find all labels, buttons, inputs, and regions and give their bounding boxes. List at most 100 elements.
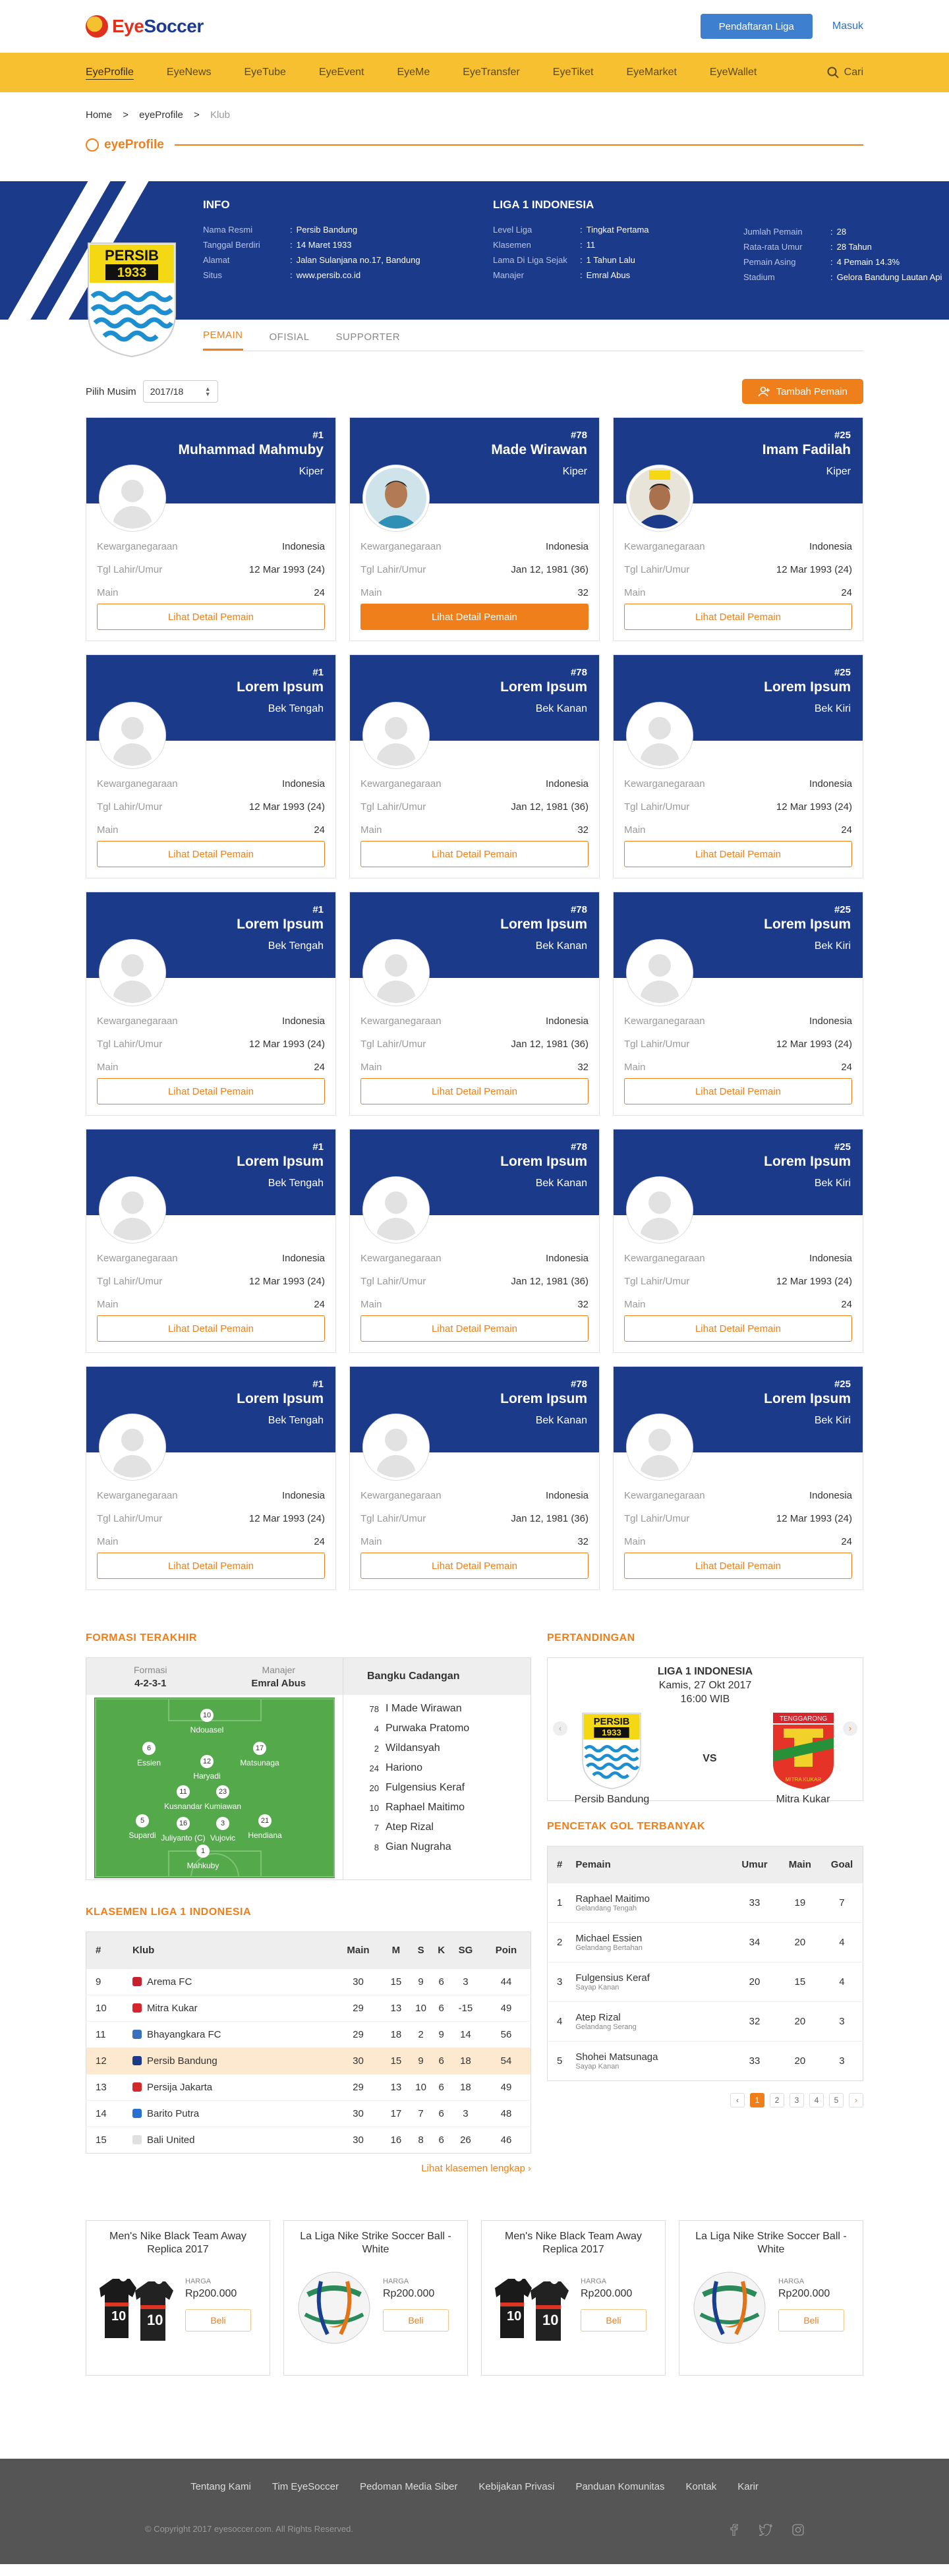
bench-player[interactable]: 24 Hariono xyxy=(367,1758,531,1778)
nav-search[interactable]: Cari xyxy=(827,67,863,78)
footer-link[interactable]: Panduan Komunitas xyxy=(575,2481,664,2492)
bench-player[interactable]: 2 Wildansyah xyxy=(367,1738,531,1758)
nav-item-eyetransfer[interactable]: EyeTransfer xyxy=(463,67,520,78)
page-button[interactable]: 5 xyxy=(829,2093,844,2107)
standings-row[interactable]: 10 Mitra Kukar 29 13 10 6 -15 49 xyxy=(86,1995,531,2022)
footer-link[interactable]: Karir xyxy=(737,2481,759,2492)
buy-button[interactable]: Beli xyxy=(778,2309,844,2332)
club-name: Bhayangkara FC xyxy=(146,2029,221,2040)
page-prev-button[interactable]: ‹ xyxy=(730,2093,745,2107)
away-team[interactable]: TENGGARONG MITRA KUKAR Mitra Kukar xyxy=(770,1711,836,1806)
bench-player[interactable]: 8 Gian Nugraha xyxy=(367,1837,531,1857)
footer-link[interactable]: Tim EyeSoccer xyxy=(272,2481,339,2492)
scorer-row[interactable]: 2 Michael Essien Gelandang Bertahan 34 20 4 xyxy=(547,1922,863,1962)
standings-row[interactable]: 11 Bhayangkara FC 29 18 2 9 14 56 xyxy=(86,2021,531,2048)
nav-item-eyemarket[interactable]: EyeMarket xyxy=(626,67,676,78)
pitch-player[interactable]: 3 Vujovic xyxy=(210,1817,235,1843)
section-title: eyeProfile xyxy=(86,138,863,152)
scorer-row[interactable]: 5 Shohei Matsunaga Sayap Kanan 33 20 3 xyxy=(547,2041,863,2081)
scorer-position: Sayap Kanan xyxy=(575,2063,619,2071)
tab-ofisial[interactable]: OFISIAL xyxy=(270,331,310,351)
login-link[interactable]: Masuk xyxy=(832,20,863,32)
next-match-icon[interactable]: › xyxy=(843,1721,857,1736)
pitch-player[interactable]: 10 Ndouasel xyxy=(190,1709,223,1734)
view-player-detail-button[interactable]: Lihat Detail Pemain xyxy=(360,1315,589,1342)
scorer-row[interactable]: 4 Atep Rizal Gelandang Serang 32 20 3 xyxy=(547,2001,863,2042)
breadcrumb-eyeprofile[interactable]: eyeProfile xyxy=(139,109,183,121)
home-team[interactable]: PERSIB 1933 Persib Bandung xyxy=(574,1711,649,1806)
player-matches-played-value: 32 xyxy=(577,587,589,598)
nav-item-eyeevent[interactable]: EyeEvent xyxy=(319,67,364,78)
prev-match-icon[interactable]: ‹ xyxy=(553,1721,567,1736)
scorer-row[interactable]: 1 Raphael Maitimo Gelandang Tengah 33 19 7 xyxy=(547,1883,863,1923)
view-player-detail-button[interactable]: Lihat Detail Pemain xyxy=(360,841,589,867)
view-player-detail-button[interactable]: Lihat Detail Pemain xyxy=(624,1078,852,1104)
view-player-detail-button[interactable]: Lihat Detail Pemain xyxy=(360,1078,589,1104)
full-standings-link[interactable]: Lihat klasemen lengkap › xyxy=(86,2163,531,2174)
view-player-detail-button[interactable]: Lihat Detail Pemain xyxy=(97,604,325,630)
footer-link[interactable]: Kontak xyxy=(686,2481,717,2492)
view-player-detail-button[interactable]: Lihat Detail Pemain xyxy=(97,1315,325,1342)
pitch-player[interactable]: 5 Supardi xyxy=(129,1814,156,1840)
pitch-player[interactable]: 12 Haryadi xyxy=(193,1755,221,1781)
view-player-detail-button[interactable]: Lihat Detail Pemain xyxy=(624,1315,852,1342)
page-next-button[interactable]: › xyxy=(849,2093,863,2107)
nav-item-eyetiket[interactable]: EyeTiket xyxy=(553,67,594,78)
twitter-icon[interactable] xyxy=(759,2524,772,2536)
breadcrumb-home[interactable]: Home xyxy=(86,109,112,121)
view-player-detail-button[interactable]: Lihat Detail Pemain xyxy=(97,1078,325,1104)
nav-item-eyetube[interactable]: EyeTube xyxy=(244,67,286,78)
buy-button[interactable]: Beli xyxy=(383,2309,449,2332)
pitch-player[interactable]: 11 Kusnandar xyxy=(164,1785,202,1811)
footer-link[interactable]: Tentang Kami xyxy=(190,2481,251,2492)
bench-player[interactable]: 78 I Made Wirawan xyxy=(367,1699,531,1719)
page-button[interactable]: 3 xyxy=(790,2093,804,2107)
page-button[interactable]: 4 xyxy=(809,2093,824,2107)
bench-player[interactable]: 7 Atep Rizal xyxy=(367,1818,531,1837)
view-player-detail-button[interactable]: Lihat Detail Pemain xyxy=(624,1553,852,1579)
pitch-player[interactable]: 17 Matsunaga xyxy=(240,1742,279,1767)
standings-row[interactable]: 13 Persija Jakarta 29 13 10 6 18 49 xyxy=(86,2074,531,2101)
season-select[interactable]: 2017/18 ▲ ▼ xyxy=(142,380,218,403)
standings-row[interactable]: 12 Persib Bandung 30 15 9 6 18 54 xyxy=(86,2047,531,2075)
nav-item-eyenews[interactable]: EyeNews xyxy=(167,67,212,78)
view-player-detail-button[interactable]: Lihat Detail Pemain xyxy=(360,1553,589,1579)
pitch-player[interactable]: 6 Essien xyxy=(137,1742,161,1767)
bench-player[interactable]: 20 Fulgensius Keraf xyxy=(367,1778,531,1798)
standings-row[interactable]: 15 Bali United 30 16 8 6 26 46 xyxy=(86,2127,531,2154)
pitch-player[interactable]: 1 Mahkuby xyxy=(187,1845,219,1870)
product-body: HARGA Rp200.000 Beli xyxy=(690,2268,852,2347)
footer-link[interactable]: Kebijakan Privasi xyxy=(478,2481,554,2492)
bench-player[interactable]: 4 Purwaka Pratomo xyxy=(367,1719,531,1738)
standings-cell: 7 xyxy=(408,2100,434,2127)
instagram-icon[interactable] xyxy=(792,2524,804,2536)
footer-link[interactable]: Pedoman Media Siber xyxy=(360,2481,457,2492)
tab-pemain[interactable]: PEMAIN xyxy=(203,329,243,351)
page-button[interactable]: 1 xyxy=(750,2093,764,2107)
buy-button[interactable]: Beli xyxy=(185,2309,251,2332)
facebook-icon[interactable] xyxy=(729,2524,739,2536)
page-button[interactable]: 2 xyxy=(770,2093,784,2107)
pitch-player[interactable]: 21 Hendiana xyxy=(248,1814,282,1840)
view-player-detail-button[interactable]: Lihat Detail Pemain xyxy=(624,841,852,867)
view-player-detail-button[interactable]: Lihat Detail Pemain xyxy=(97,841,325,867)
view-player-detail-button[interactable]: Lihat Detail Pemain xyxy=(97,1553,325,1579)
nav-item-eyeme[interactable]: EyeMe xyxy=(397,67,430,78)
standings-row[interactable]: 14 Barito Putra 30 17 7 6 3 48 xyxy=(86,2100,531,2127)
logo[interactable]: EyeSoccer xyxy=(86,15,204,38)
player-card: #78 Lorem Ipsum Bek Kanan Kewarganegaraan In… xyxy=(349,1366,600,1590)
add-player-button[interactable]: Tambah Pemain xyxy=(741,379,863,404)
tab-supporter[interactable]: SUPPORTER xyxy=(336,331,401,351)
scorer-row[interactable]: 3 Fulgensius Keraf Sayap Kanan 20 15 4 xyxy=(547,1962,863,2002)
nav-item-eyewallet[interactable]: EyeWallet xyxy=(710,67,757,78)
nav-item-eyeprofile[interactable]: EyeProfile xyxy=(86,67,134,78)
pitch-player[interactable]: 16 Juliyanto (C) xyxy=(161,1817,206,1843)
standings-row[interactable]: 9 Arema FC 30 15 9 6 3 44 xyxy=(86,1968,531,1995)
standings-cell: 14 xyxy=(86,2100,132,2127)
register-league-button[interactable]: Pendaftaran Liga xyxy=(700,14,813,39)
pitch-player[interactable]: 23 Kumiawan xyxy=(204,1785,241,1811)
bench-player[interactable]: 10 Raphael Maitimo xyxy=(367,1798,531,1818)
view-player-detail-button[interactable]: Lihat Detail Pemain xyxy=(360,604,589,630)
buy-button[interactable]: Beli xyxy=(581,2309,647,2332)
view-player-detail-button[interactable]: Lihat Detail Pemain xyxy=(624,604,852,630)
